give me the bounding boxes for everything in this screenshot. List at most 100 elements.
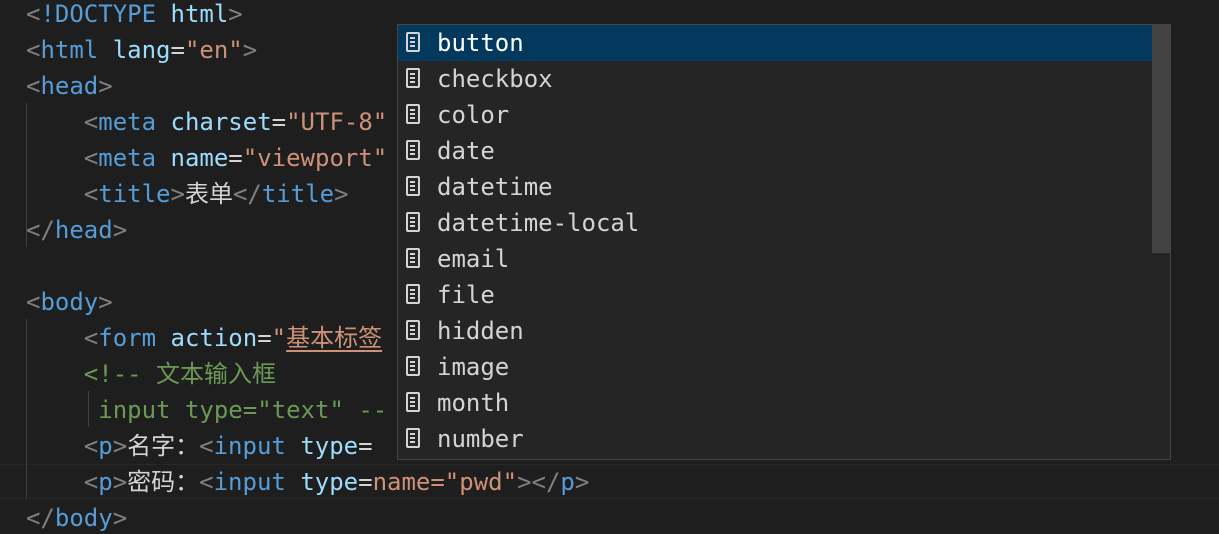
property-icon xyxy=(406,284,420,304)
code-token: meta xyxy=(98,108,171,136)
code-token: head xyxy=(54,216,113,244)
code-token: "en" xyxy=(184,36,243,64)
code-token: 名字： xyxy=(127,432,200,460)
suggestion-item[interactable]: datetime xyxy=(398,169,1154,205)
code-token: type xyxy=(300,468,359,496)
autocomplete-suggestion-list[interactable]: button checkbox color date datetime datetime-… xyxy=(397,24,1171,460)
suggestion-label: email xyxy=(437,245,510,273)
code-token: = xyxy=(228,144,243,172)
suggestion-label: datetime-local xyxy=(437,209,640,237)
code-token: > xyxy=(242,36,258,64)
code-token: < xyxy=(26,36,41,64)
code-token: > xyxy=(112,468,128,496)
suggestion-item[interactable]: hidden xyxy=(398,313,1154,349)
suggestion-label: image xyxy=(437,353,510,381)
code-token: !DOCTYPE xyxy=(40,0,171,28)
code-token: < xyxy=(199,432,214,460)
code-line: <!-- 文本输入框 xyxy=(26,356,276,392)
code-token: input type="text" -- xyxy=(98,396,388,424)
code-token: html xyxy=(40,36,113,64)
code-token: p xyxy=(560,468,575,496)
code-token: < xyxy=(199,468,214,496)
code-token: lang xyxy=(112,36,171,64)
property-icon xyxy=(406,428,420,448)
code-token: > xyxy=(334,180,349,208)
code-token: < xyxy=(83,108,99,136)
suggestion-item[interactable]: file xyxy=(398,277,1154,313)
property-icon xyxy=(406,356,420,376)
suggestion-label: hidden xyxy=(437,317,524,345)
code-token: > xyxy=(574,468,590,496)
property-icon xyxy=(406,68,420,88)
code-token: 密码： xyxy=(127,468,200,496)
code-token: name xyxy=(170,144,229,172)
property-icon xyxy=(406,176,420,196)
code-token: < xyxy=(26,72,41,100)
suggestion-label: button xyxy=(437,29,524,57)
suggestion-item[interactable]: button xyxy=(398,25,1154,61)
suggestion-item[interactable]: number xyxy=(398,421,1154,457)
code-token: < xyxy=(83,468,99,496)
code-token: < xyxy=(83,180,99,208)
code-token: = xyxy=(358,432,373,460)
property-icon xyxy=(406,212,420,232)
code-token: "UTF-8" xyxy=(286,108,388,136)
code-token: input xyxy=(213,432,301,460)
code-token: > xyxy=(98,288,113,316)
code-line: <html lang="en"> xyxy=(26,32,257,68)
code-token: = xyxy=(170,36,185,64)
code-line: </body> xyxy=(26,500,127,534)
code-token: 表单 xyxy=(184,180,233,208)
suggestion-scrollbar[interactable] xyxy=(1152,25,1170,459)
code-token: ></ xyxy=(517,468,561,496)
suggestion-item[interactable]: month xyxy=(398,385,1154,421)
code-token: < xyxy=(83,324,99,352)
code-token: p xyxy=(98,432,113,460)
suggestion-label: checkbox xyxy=(437,65,553,93)
code-token: charset xyxy=(170,108,272,136)
code-line: <!DOCTYPE html> xyxy=(26,0,243,32)
code-line: <meta name="viewport" xyxy=(26,140,387,176)
suggestion-label: color xyxy=(437,101,510,129)
suggestion-item[interactable]: date xyxy=(398,133,1154,169)
property-icon xyxy=(406,140,420,160)
suggestion-item[interactable]: color xyxy=(398,97,1154,133)
code-token: = xyxy=(257,324,272,352)
suggestion-item[interactable]: email xyxy=(398,241,1154,277)
suggestion-label: month xyxy=(437,389,510,417)
code-token: <!-- 文本输入框 xyxy=(83,360,277,388)
suggestion-item[interactable]: image xyxy=(398,349,1154,385)
code-token: > xyxy=(170,180,185,208)
suggestion-label: file xyxy=(437,281,495,309)
code-token: body xyxy=(40,288,99,316)
code-token: < xyxy=(83,144,99,172)
code-token: </ xyxy=(26,216,55,244)
code-line: input type="text" -- xyxy=(26,392,387,428)
code-token: name="pwd" xyxy=(372,468,518,496)
code-token: > xyxy=(112,432,128,460)
code-token: form xyxy=(98,324,171,352)
code-token: " xyxy=(271,324,287,352)
suggestion-scrollbar-thumb[interactable] xyxy=(1152,25,1170,253)
code-token: title xyxy=(98,180,171,208)
suggestion-label: number xyxy=(437,425,524,453)
code-token: </ xyxy=(26,504,55,532)
code-token: input xyxy=(213,468,301,496)
property-icon xyxy=(406,104,420,124)
code-token: < xyxy=(83,432,99,460)
code-token: > xyxy=(112,216,128,244)
code-token: p xyxy=(98,468,113,496)
suggestion-item[interactable]: datetime-local xyxy=(398,205,1154,241)
code-token: </ xyxy=(232,180,262,208)
code-line: <body> xyxy=(26,284,113,320)
suggestion-item[interactable]: checkbox xyxy=(398,61,1154,97)
code-token: body xyxy=(54,504,113,532)
code-token: head xyxy=(40,72,99,100)
code-line: <p>名字：<input type= xyxy=(26,428,373,464)
